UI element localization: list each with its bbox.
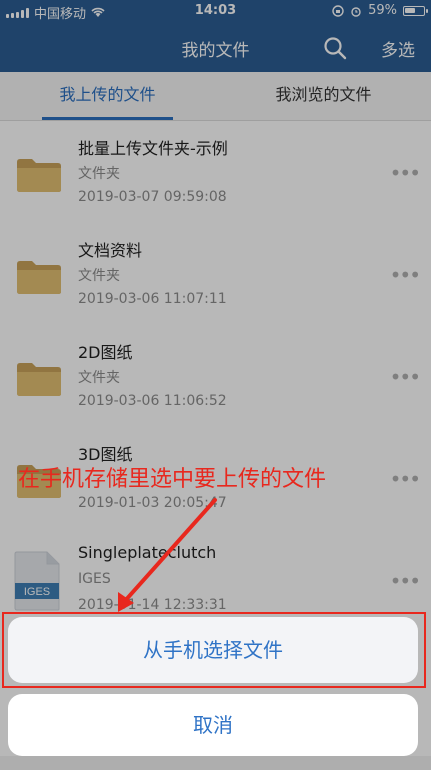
- multi-select-button[interactable]: 多选: [381, 36, 415, 61]
- status-bar: 中国移动 14:03 59%: [0, 0, 431, 22]
- tab-my-browsed[interactable]: 我浏览的文件: [216, 72, 431, 120]
- more-options-icon[interactable]: •••: [390, 161, 421, 185]
- choose-from-phone-button[interactable]: 从手机选择文件: [8, 617, 418, 683]
- file-name: Singleplateclutch: [78, 543, 217, 562]
- active-tab-indicator: [42, 117, 173, 120]
- navigation-bar: 我的文件 多选: [0, 22, 431, 72]
- file-date: 2019-01-03 20:05:47: [78, 495, 227, 511]
- file-tabs: 我上传的文件 我浏览的文件: [0, 72, 431, 121]
- page-title: 我的文件: [181, 41, 250, 61]
- file-name: 批量上传文件夹-示例: [78, 139, 228, 158]
- more-options-icon[interactable]: •••: [390, 569, 421, 593]
- tab-my-uploads[interactable]: 我上传的文件: [0, 72, 215, 120]
- search-icon[interactable]: [322, 35, 348, 61]
- battery-percent: 59%: [368, 3, 397, 18]
- folder-icon: [17, 261, 61, 294]
- file-row[interactable]: 文档资料 文件夹 2019-03-06 11:07:11 •••: [0, 223, 431, 325]
- folder-icon: [17, 159, 61, 192]
- battery-icon: [403, 5, 428, 16]
- folder-icon: [17, 363, 61, 396]
- file-type: 文件夹: [78, 166, 120, 182]
- more-options-icon[interactable]: •••: [390, 263, 421, 287]
- file-date: 2019-03-06 11:07:11: [78, 291, 227, 307]
- alarm-icon: [351, 6, 361, 17]
- file-name: 文档资料: [78, 241, 143, 260]
- orientation-lock-icon: [332, 4, 344, 17]
- svg-text:IGES: IGES: [24, 586, 50, 598]
- file-row[interactable]: 批量上传文件夹-示例 文件夹 2019-03-07 09:59:08 •••: [0, 121, 431, 223]
- annotation-text: 在手机存储里选中要上传的文件: [18, 467, 327, 492]
- file-type: 文件夹: [78, 370, 120, 386]
- tab-label: 我上传的文件: [59, 85, 156, 104]
- bottom-tab-bar: [0, 756, 431, 770]
- more-options-icon[interactable]: •••: [390, 365, 421, 389]
- file-type: IGES: [78, 571, 111, 587]
- file-type: 文件夹: [78, 268, 120, 284]
- iges-file-icon: IGES: [14, 551, 60, 611]
- file-row[interactable]: 2D图纸 文件夹 2019-03-06 11:06:52 •••: [0, 325, 431, 427]
- tab-label: 我浏览的文件: [275, 85, 372, 104]
- file-date: 2019-03-07 09:59:08: [78, 189, 227, 205]
- more-options-icon[interactable]: •••: [390, 467, 421, 491]
- file-date: 2019-03-06 11:06:52: [78, 393, 227, 409]
- cancel-button[interactable]: 取消: [8, 694, 418, 756]
- file-date: 2019-01-14 12:33:31: [78, 597, 227, 613]
- file-name: 2D图纸: [78, 343, 133, 362]
